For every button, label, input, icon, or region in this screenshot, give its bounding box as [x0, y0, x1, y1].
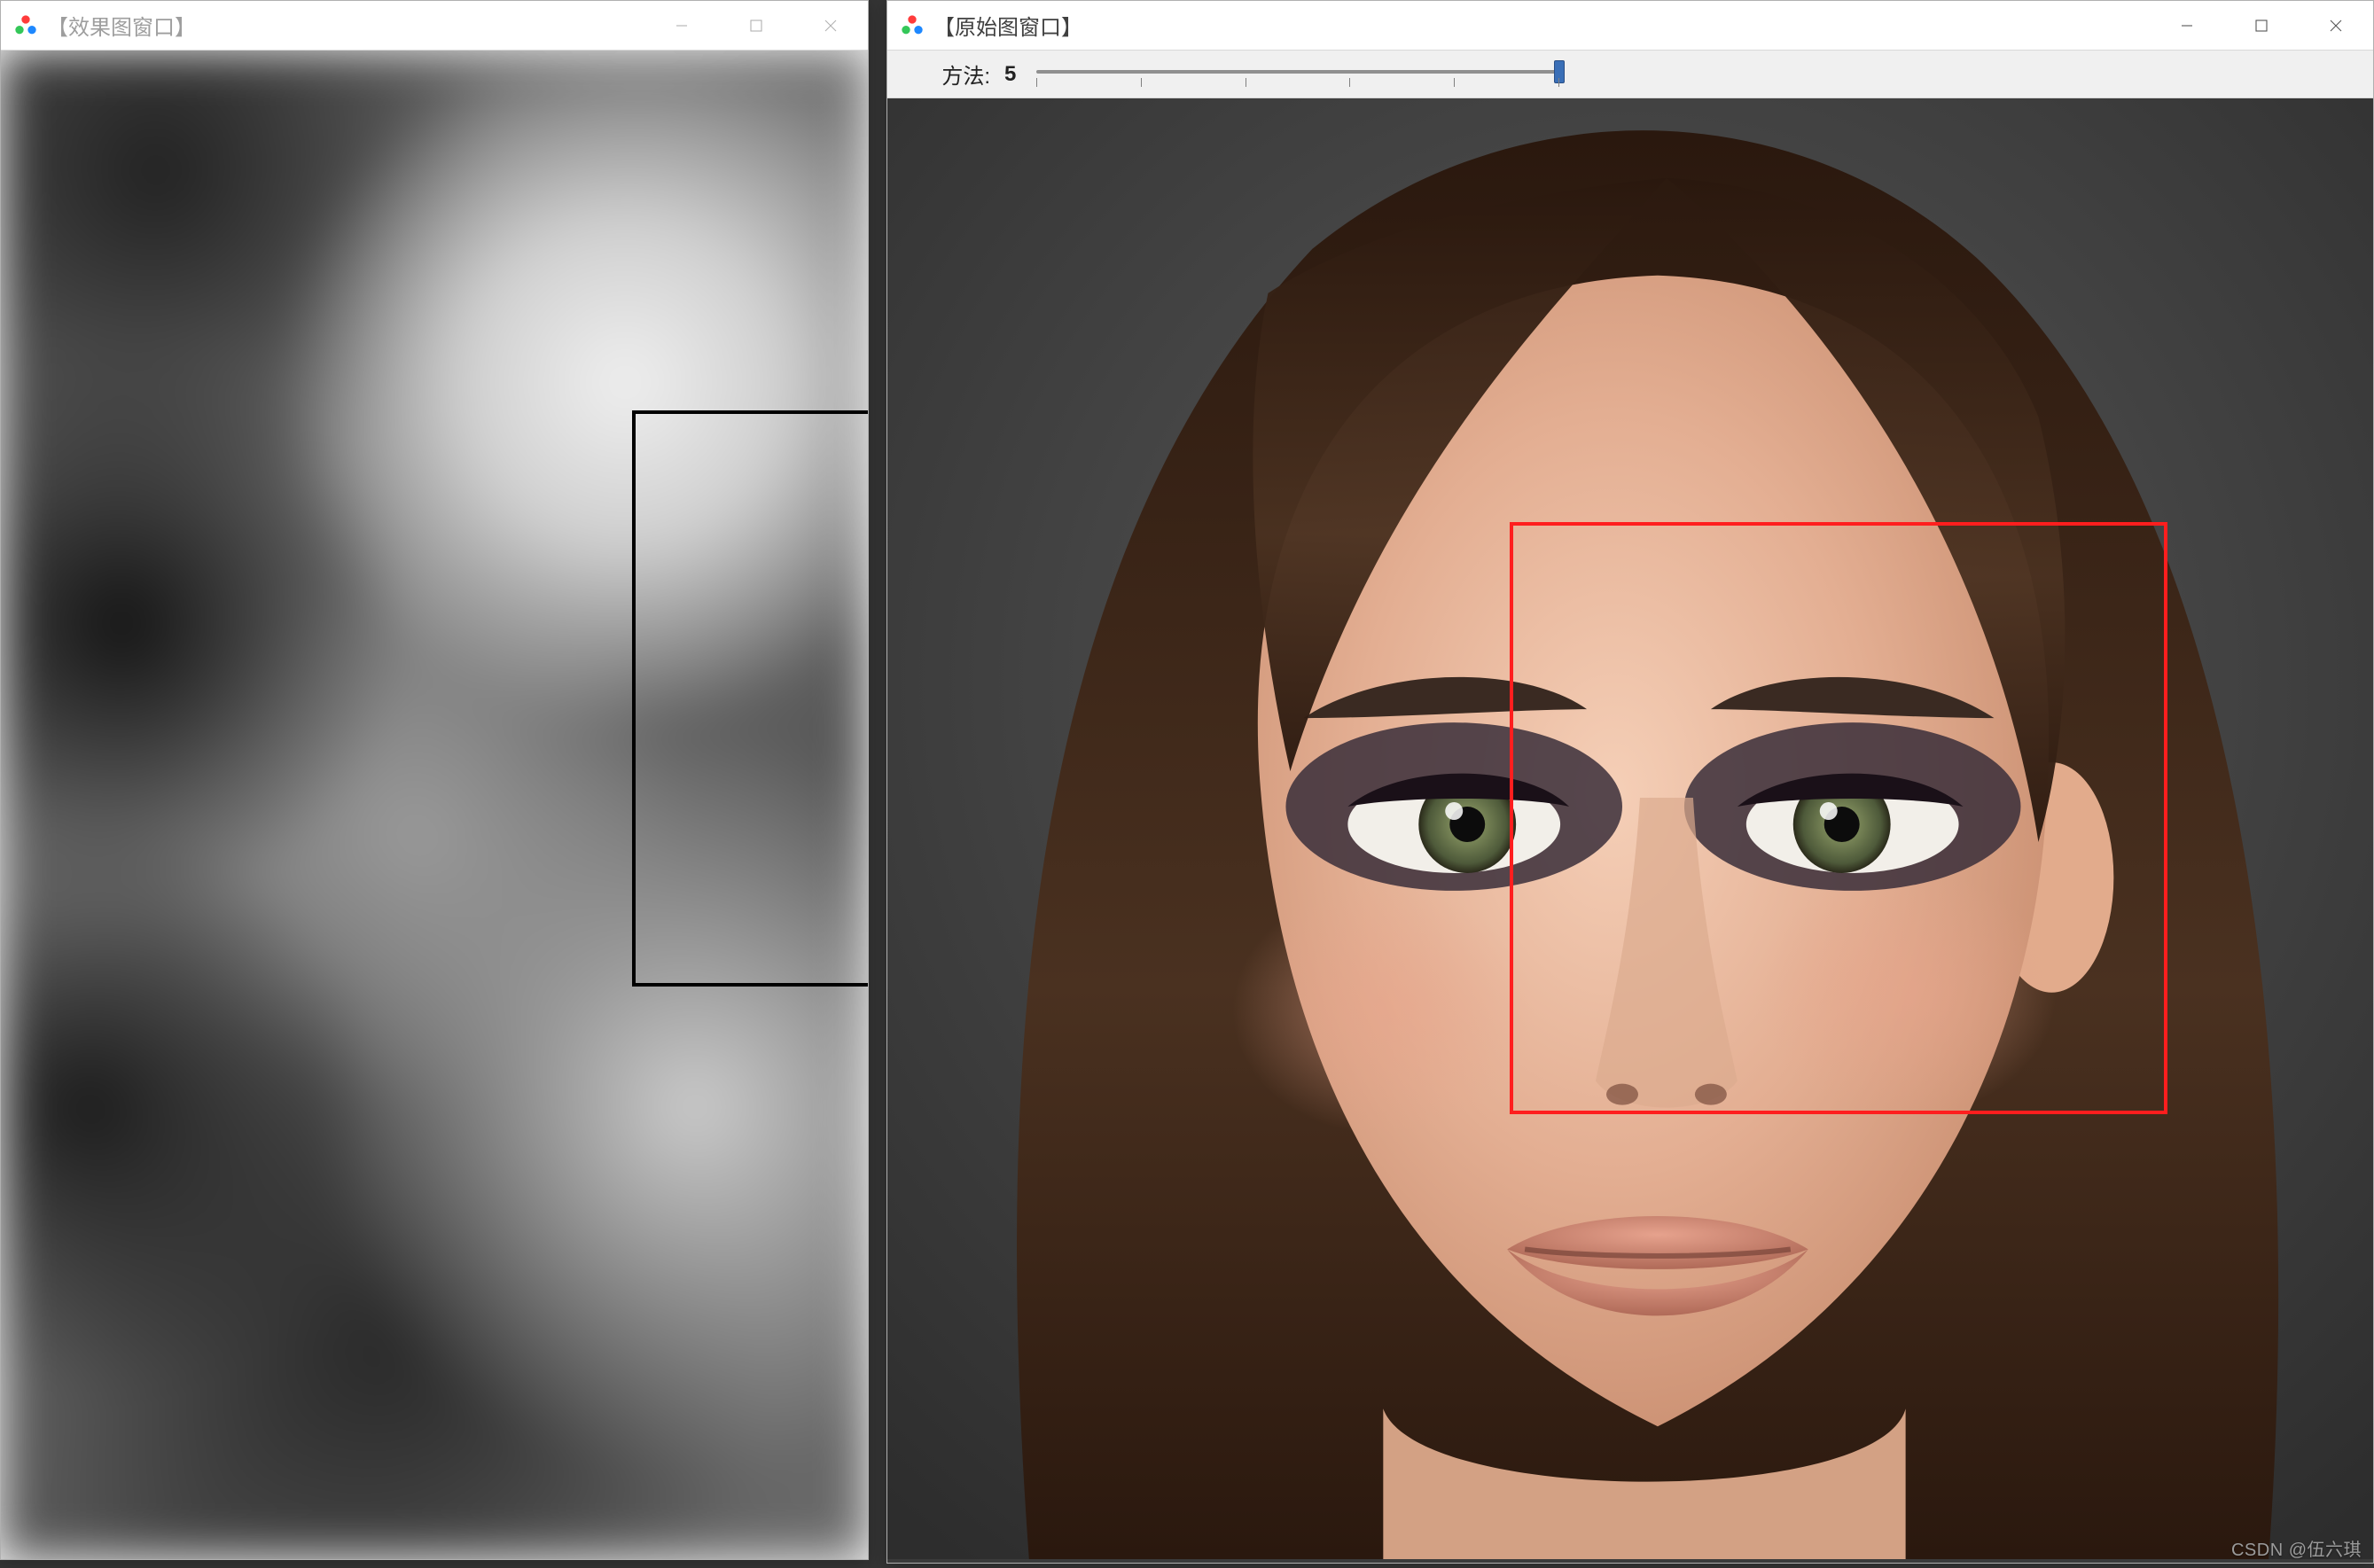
effect-window-title: 【效果图窗口】 — [47, 10, 196, 41]
method-trackbar-label: 方法: — [898, 59, 996, 90]
method-trackbar-row: 方法: 5 — [887, 51, 2373, 98]
original-image-area — [887, 98, 2373, 1563]
opencv-icon — [900, 13, 925, 38]
original-window-client: 方法: 5 — [887, 51, 2373, 1563]
close-button[interactable] — [793, 1, 868, 50]
trackbar-groove — [1036, 70, 1559, 74]
roi-selection-rect[interactable] — [1510, 522, 2167, 1114]
minimize-button[interactable] — [2150, 1, 2224, 50]
effect-window: 【效果图窗口】 — [0, 0, 869, 1560]
minimize-button[interactable] — [644, 1, 719, 50]
effect-window-controls — [644, 1, 868, 50]
original-window-titlebar[interactable]: 【原始图窗口】 — [887, 1, 2373, 51]
trackbar-ticks — [1036, 78, 1559, 89]
effect-selection-rect[interactable] — [632, 410, 868, 987]
opencv-icon — [13, 13, 38, 38]
maximize-button[interactable] — [2224, 1, 2299, 50]
original-window-controls — [2150, 1, 2373, 50]
effect-window-titlebar[interactable]: 【效果图窗口】 — [1, 1, 868, 51]
original-window-title: 【原始图窗口】 — [933, 10, 1082, 41]
maximize-button[interactable] — [719, 1, 793, 50]
effect-window-client — [1, 51, 868, 1559]
original-window: 【原始图窗口】 方法: 5 — [886, 0, 2374, 1564]
desktop: 【效果图窗口】 【原始图窗口】 — [0, 0, 2374, 1568]
method-trackbar-value: 5 — [1004, 62, 1027, 87]
method-trackbar[interactable] — [1036, 57, 1559, 92]
close-button[interactable] — [2299, 1, 2373, 50]
